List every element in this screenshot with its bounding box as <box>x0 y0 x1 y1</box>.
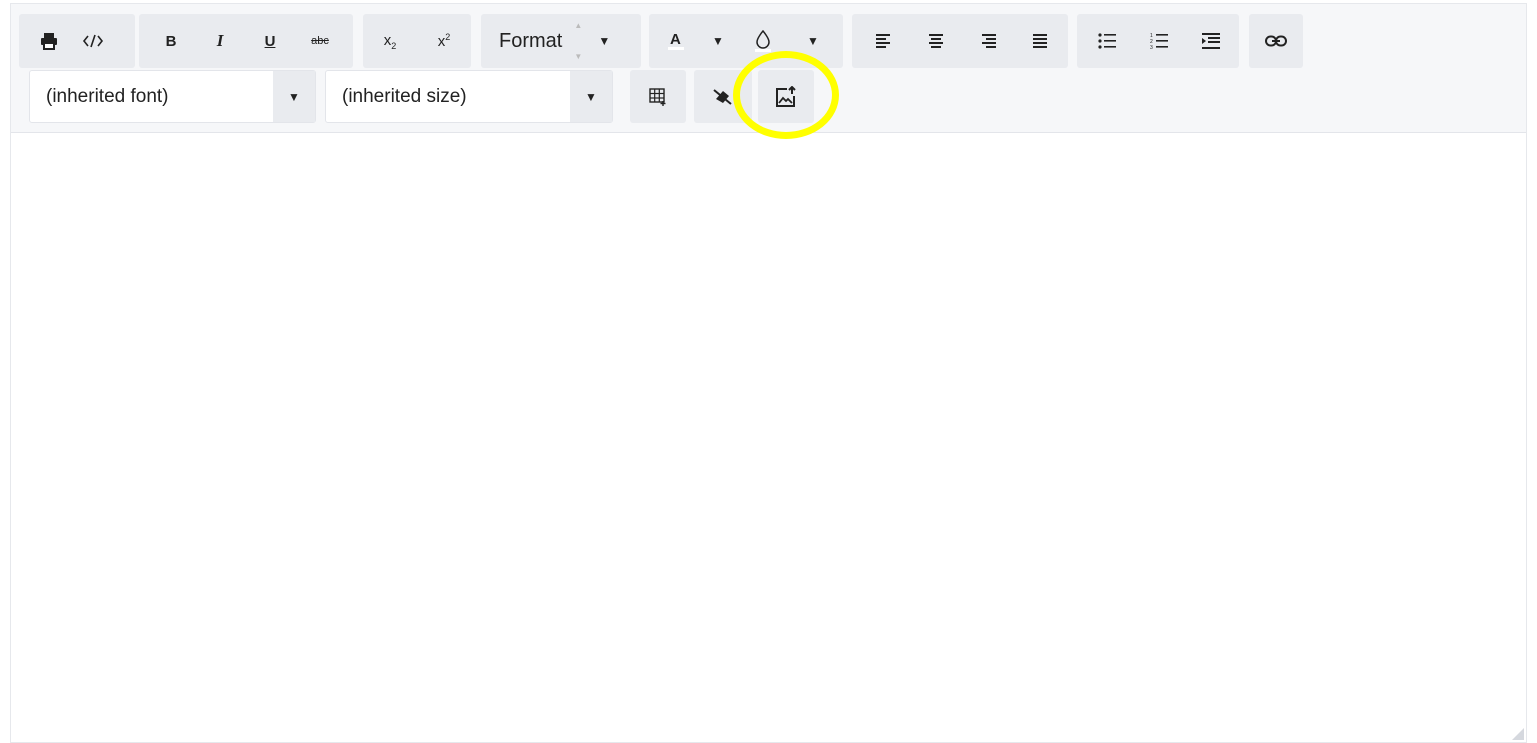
background-color-icon <box>754 29 772 53</box>
align-right-icon <box>980 34 996 48</box>
table-group <box>630 70 686 123</box>
svg-text:3: 3 <box>1150 45 1153 49</box>
font-size-select[interactable]: (inherited size) ▼ <box>325 70 613 123</box>
chevron-down-icon: ▼ <box>712 34 724 48</box>
resize-handle-icon[interactable] <box>1512 728 1524 740</box>
rich-text-editor: B I U abc x2 x2 Format ▲ ▼ ▼ A ▼ ▼ 1 2 3… <box>10 3 1527 743</box>
script-group: x2 x2 <box>363 14 471 68</box>
print-icon <box>39 31 59 51</box>
chevron-down-icon: ▼ <box>598 34 611 48</box>
source-code-icon <box>82 33 104 49</box>
align-center-icon <box>928 34 944 48</box>
chevron-down-icon: ▼ <box>273 71 315 122</box>
font-color-button[interactable]: A <box>649 14 703 68</box>
align-justify-button[interactable] <box>1014 14 1066 68</box>
align-left-button[interactable] <box>858 14 910 68</box>
italic-label: I <box>216 31 224 50</box>
indent-button[interactable] <box>1185 14 1237 68</box>
link-button[interactable] <box>1249 14 1303 68</box>
font-family-value: (inherited font) <box>46 85 169 107</box>
link-group <box>1249 14 1303 68</box>
link-icon <box>1265 35 1287 47</box>
bold-label: B <box>165 32 177 50</box>
upload-image-icon <box>775 85 797 108</box>
bold-button[interactable]: B <box>147 14 195 68</box>
upload-image-button[interactable] <box>758 70 814 123</box>
font-color-dropdown[interactable]: ▼ <box>703 14 733 68</box>
color-group: A ▼ ▼ <box>649 14 843 68</box>
font-color-icon: A <box>667 30 685 52</box>
indent-icon <box>1202 33 1220 49</box>
source-code-button[interactable] <box>71 14 115 68</box>
format-dropdown[interactable]: Format ▲ ▼ ▼ <box>481 14 641 68</box>
alignment-group <box>852 14 1068 68</box>
list-group: 123 <box>1077 14 1239 68</box>
strikethrough-label: abc <box>311 35 329 47</box>
underline-button[interactable]: U <box>245 14 295 68</box>
insert-table-icon <box>649 87 667 106</box>
editor-toolbar: B I U abc x2 x2 Format ▲ ▼ ▼ A ▼ ▼ 1 2 3… <box>11 4 1526 133</box>
font-size-value: (inherited size) <box>342 85 467 107</box>
align-center-button[interactable] <box>910 14 962 68</box>
clear-formatting-icon <box>713 88 733 106</box>
chevron-down-icon: ▼ <box>807 34 819 48</box>
print-button[interactable] <box>27 14 71 68</box>
superscript-label: x2 <box>437 32 451 50</box>
strikethrough-button[interactable]: abc <box>295 14 345 68</box>
superscript-button[interactable]: x2 <box>417 14 471 68</box>
chevron-down-icon: ▼ <box>570 71 612 122</box>
align-justify-icon <box>1032 34 1048 48</box>
clear-formatting-button[interactable] <box>694 70 752 123</box>
format-label: Format <box>499 29 563 52</box>
bullet-list-button[interactable] <box>1081 14 1133 68</box>
underline-label: U <box>264 32 276 50</box>
numbered-list-icon: 123 <box>1150 33 1168 49</box>
clear-format-group <box>694 70 752 123</box>
format-spinner[interactable]: ▲ ▼ <box>568 21 588 61</box>
subscript-label: x2 <box>383 31 397 51</box>
upload-image-group <box>758 70 814 123</box>
font-family-select[interactable]: (inherited font) ▼ <box>29 70 316 123</box>
subscript-button[interactable]: x2 <box>363 14 417 68</box>
italic-button[interactable]: I <box>195 14 245 68</box>
numbered-list-button[interactable]: 123 <box>1133 14 1185 68</box>
background-color-dropdown[interactable]: ▼ <box>793 14 833 68</box>
align-left-icon <box>876 34 892 48</box>
insert-table-button[interactable] <box>630 70 686 123</box>
editor-content-area[interactable] <box>11 134 1526 742</box>
print-source-group <box>19 14 135 68</box>
svg-text:A: A <box>670 31 681 48</box>
background-color-button[interactable] <box>733 14 793 68</box>
align-right-button[interactable] <box>962 14 1014 68</box>
text-style-group: B I U abc <box>139 14 353 68</box>
bullet-list-icon <box>1098 33 1116 49</box>
